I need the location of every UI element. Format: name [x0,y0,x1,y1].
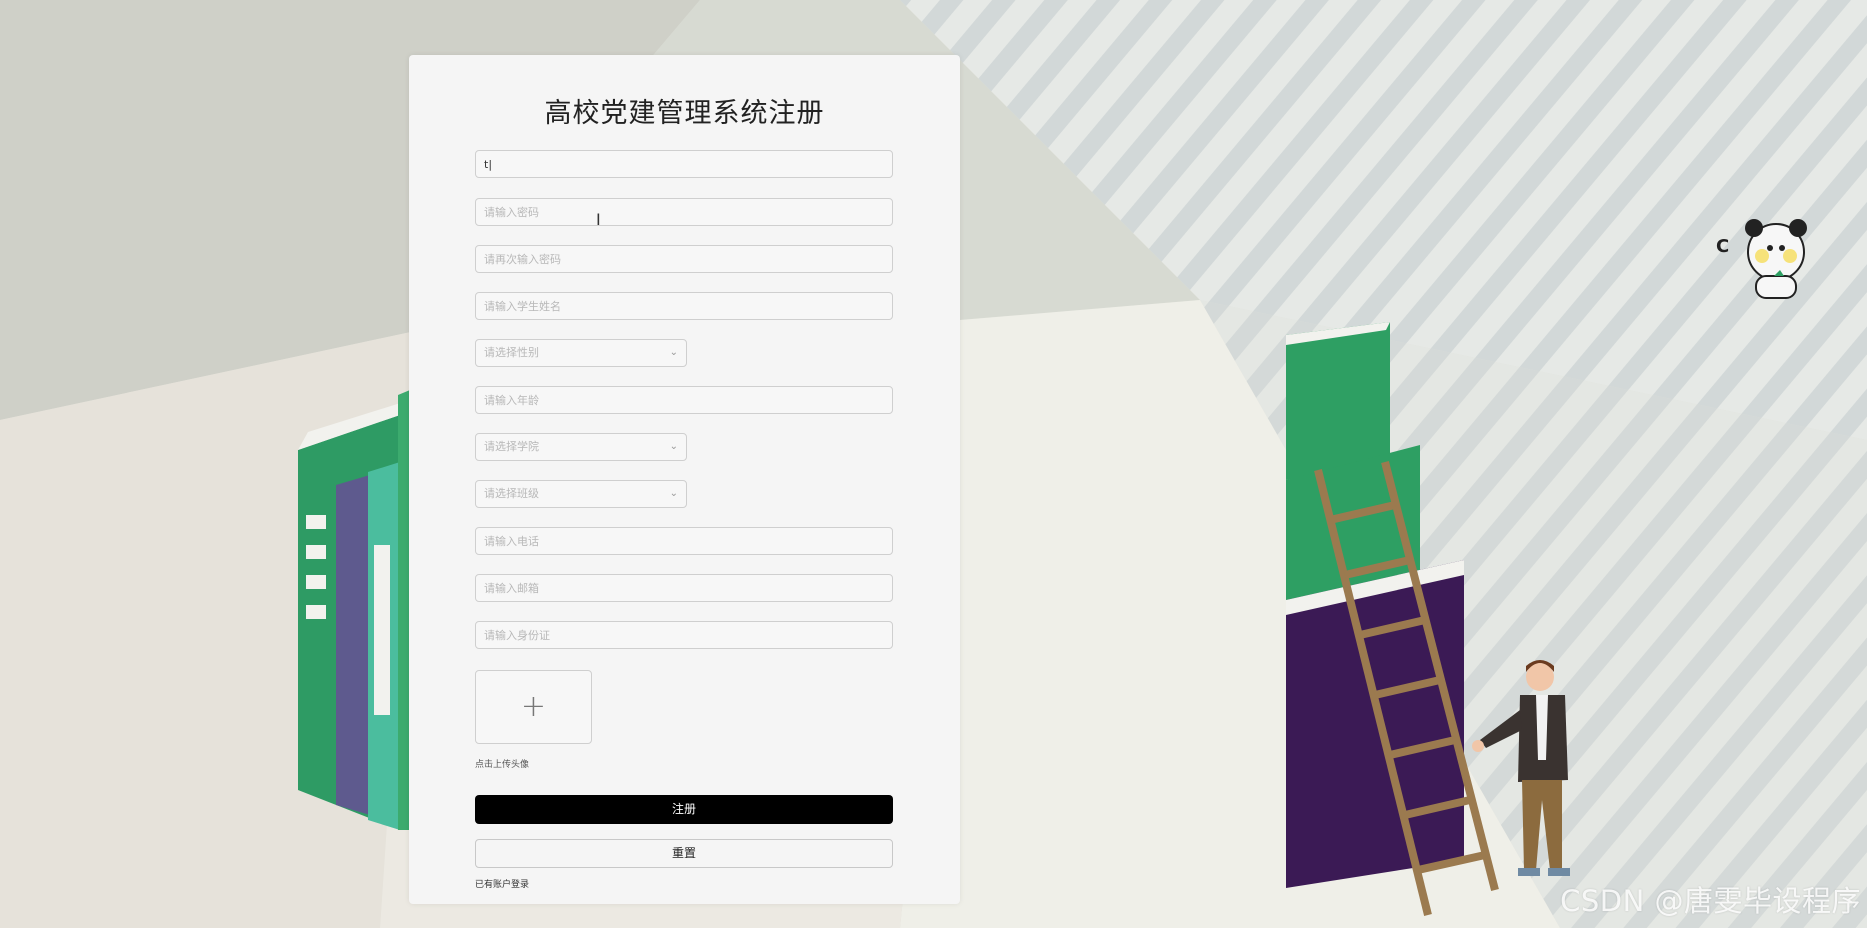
watermark: CSDN @唐雯毕设程序 [1560,884,1861,918]
panda-mascot-sticker: C [1716,210,1816,305]
svg-text:C: C [1716,236,1729,257]
student-name-input[interactable] [475,292,893,320]
class-select[interactable]: 请选择班级 ⌄ [475,480,687,508]
class-select-placeholder: 请选择班级 [484,487,539,500]
id-card-input[interactable] [475,621,893,649]
password-input[interactable] [475,198,893,226]
page-title: 高校党建管理系统注册 [544,98,825,129]
chevron-down-icon: ⌄ [669,347,678,358]
left-books-illustration [298,390,410,830]
account-input[interactable] [475,150,893,178]
phone-input[interactable] [475,527,893,555]
confirm-password-input[interactable] [475,245,893,273]
register-button[interactable]: 注册 [475,795,893,824]
upload-hint: 点击上传头像 [475,760,530,770]
reset-button[interactable]: 重置 [475,839,893,868]
gender-select-placeholder: 请选择性别 [484,346,539,359]
login-link[interactable]: 已有账户登录 [475,877,529,890]
registration-panel: 高校党建管理系统注册 请选择性别 ⌄ 请选择学院 ⌄ 请选择班级 ⌄ + 点击上… [409,55,960,904]
college-select-placeholder: 请选择学院 [484,440,539,453]
avatar-upload[interactable]: + [475,670,592,744]
chevron-down-icon: ⌄ [669,488,678,499]
text-cursor-icon: I [596,210,601,229]
plus-icon: + [520,689,547,724]
chevron-down-icon: ⌄ [669,441,678,452]
email-input[interactable] [475,574,893,602]
age-input[interactable] [475,386,893,414]
gender-select[interactable]: 请选择性别 ⌄ [475,339,687,367]
college-select[interactable]: 请选择学院 ⌄ [475,433,687,461]
